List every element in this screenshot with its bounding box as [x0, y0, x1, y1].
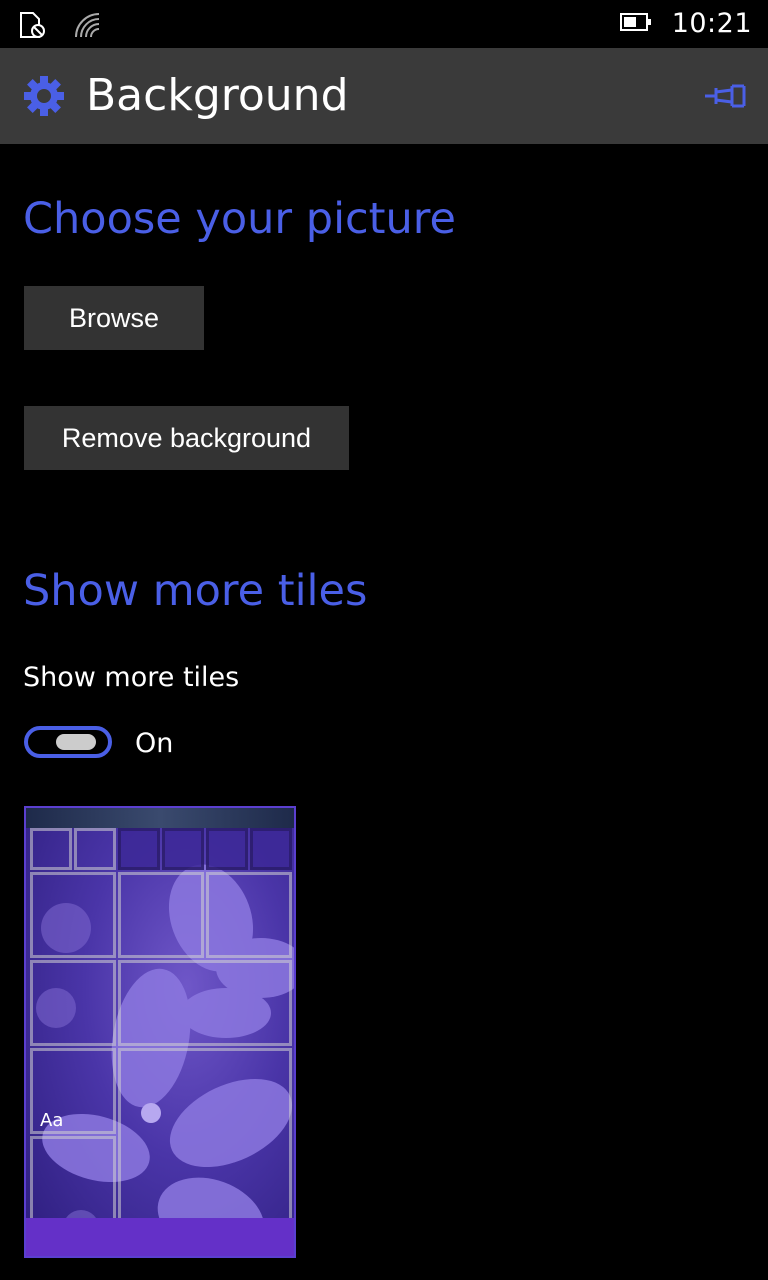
preview-tile — [118, 828, 160, 870]
gear-icon — [22, 74, 66, 118]
page-title: Background — [86, 70, 349, 121]
preview-tile — [30, 960, 116, 1046]
preview-tile — [118, 872, 204, 958]
title-bar: Background — [0, 48, 768, 144]
remove-background-button[interactable]: Remove background — [24, 406, 349, 470]
preview-tile — [162, 828, 204, 870]
section-heading-choose-picture: Choose your picture — [23, 194, 456, 244]
preview-sample-text: Aa — [40, 1110, 64, 1131]
sim-blocked-icon — [18, 10, 48, 44]
preview-accent-bar — [26, 1218, 294, 1256]
preview-status-strip — [26, 808, 294, 828]
start-screen-preview: Aa — [24, 806, 296, 1258]
preview-tile — [250, 828, 292, 870]
preview-tile — [118, 960, 292, 1046]
wifi-icon — [72, 10, 102, 44]
section-heading-more-tiles: Show more tiles — [23, 566, 368, 616]
show-more-tiles-toggle[interactable] — [24, 726, 112, 758]
preview-tile — [118, 1048, 292, 1222]
pin-icon[interactable] — [704, 78, 746, 114]
browse-button[interactable]: Browse — [24, 286, 204, 350]
toggle-label: Show more tiles — [23, 662, 240, 693]
preview-tile — [206, 828, 248, 870]
toggle-state-label: On — [135, 728, 174, 759]
preview-tile — [30, 872, 116, 958]
battery-icon — [619, 12, 652, 35]
status-bar: 10:21 — [0, 0, 768, 48]
status-time: 10:21 — [671, 8, 752, 39]
toggle-knob — [56, 734, 96, 750]
preview-tile — [74, 828, 116, 870]
preview-tile — [30, 1136, 116, 1222]
preview-tile — [30, 828, 72, 870]
preview-tile — [206, 872, 292, 958]
